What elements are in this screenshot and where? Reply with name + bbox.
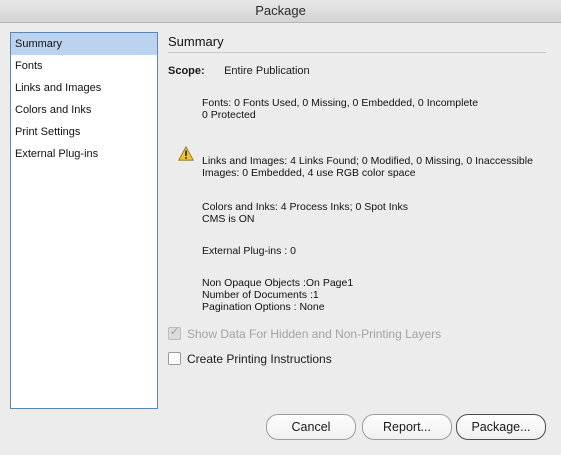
pagination-line: Pagination Options : None bbox=[202, 301, 325, 313]
links-line-1: Links and Images: 4 Links Found; 0 Modif… bbox=[202, 155, 533, 167]
colors-line-2: CMS is ON bbox=[202, 213, 255, 225]
sidebar-item-colors-and-inks[interactable]: Colors and Inks bbox=[11, 99, 157, 121]
plugins-summary: External Plug-ins : 0 bbox=[202, 245, 296, 257]
scope-value: Entire Publication bbox=[224, 65, 310, 77]
sidebar-item-external-plugins[interactable]: External Plug-ins bbox=[11, 143, 157, 165]
window-title: Package bbox=[0, 0, 561, 23]
document-summary: Non Opaque Objects :On Page1 Number of D… bbox=[202, 277, 353, 313]
checkmark-icon: ✓ bbox=[170, 326, 180, 338]
sidebar-item-print-settings[interactable]: Print Settings bbox=[11, 121, 157, 143]
summary-panel: Summary Scope: Entire Publication Fonts:… bbox=[168, 32, 548, 366]
fonts-line-1: Fonts: 0 Fonts Used, 0 Missing, 0 Embedd… bbox=[202, 97, 479, 109]
sidebar-item-links-and-images[interactable]: Links and Images bbox=[11, 77, 157, 99]
colors-summary: Colors and Inks: 4 Process Inks; 0 Spot … bbox=[202, 201, 408, 225]
fonts-line-2: 0 Protected bbox=[202, 109, 256, 121]
nonopaque-line: Non Opaque Objects :On Page1 bbox=[202, 277, 354, 289]
cancel-button[interactable]: Cancel bbox=[266, 414, 356, 440]
create-instructions-label[interactable]: Create Printing Instructions bbox=[187, 352, 332, 366]
links-summary: Links and Images: 4 Links Found; 0 Modif… bbox=[202, 155, 533, 179]
links-line-2: Images: 0 Embedded, 4 use RGB color spac… bbox=[202, 167, 416, 179]
sidebar-item-summary[interactable]: Summary bbox=[11, 33, 157, 55]
package-button[interactable]: Package... bbox=[456, 414, 546, 440]
show-hidden-layers-label: Show Data For Hidden and Non-Printing La… bbox=[187, 327, 442, 341]
create-instructions-checkbox[interactable] bbox=[168, 352, 181, 365]
sidebar-item-fonts[interactable]: Fonts bbox=[11, 55, 157, 77]
create-instructions-option: Create Printing Instructions bbox=[168, 352, 332, 366]
warning-triangle-icon bbox=[178, 146, 194, 161]
colors-line-1: Colors and Inks: 4 Process Inks; 0 Spot … bbox=[202, 201, 409, 213]
show-hidden-layers-checkbox[interactable]: ✓ bbox=[168, 326, 181, 340]
scope-label: Scope: bbox=[168, 65, 205, 77]
section-title: Summary bbox=[168, 32, 546, 53]
documents-line: Number of Documents :1 bbox=[202, 289, 319, 301]
report-button[interactable]: Report... bbox=[362, 414, 452, 440]
fonts-summary: Fonts: 0 Fonts Used, 0 Missing, 0 Embedd… bbox=[202, 97, 478, 121]
show-hidden-layers-option: ✓ Show Data For Hidden and Non-Printing L… bbox=[168, 326, 442, 341]
scope-row: Scope: Entire Publication bbox=[168, 65, 310, 77]
sidebar: Summary Fonts Links and Images Colors an… bbox=[10, 32, 158, 409]
